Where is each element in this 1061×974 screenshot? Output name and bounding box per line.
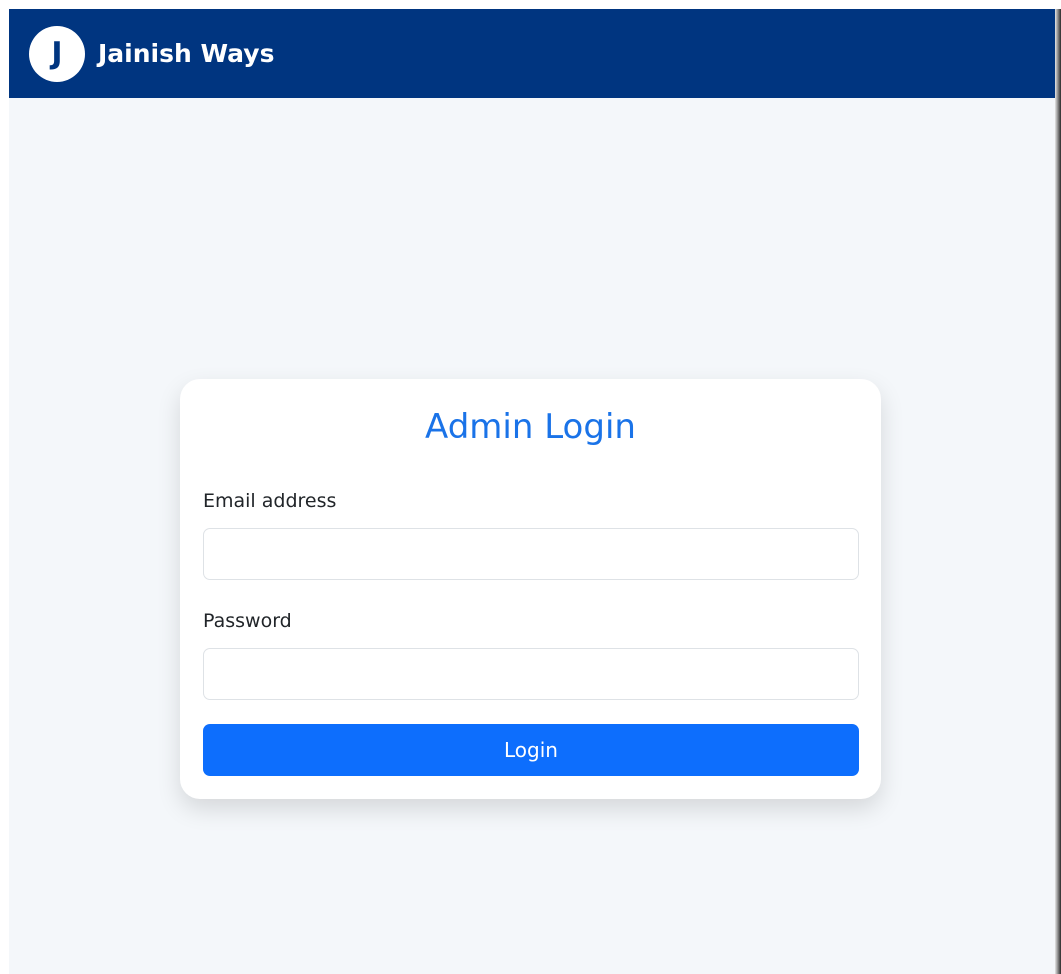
email-label: Email address — [203, 490, 337, 512]
login-card: Admin Login Email address Password Login — [180, 379, 881, 799]
email-field[interactable] — [203, 528, 859, 580]
login-button[interactable]: Login — [203, 724, 859, 776]
navbar: J Jainish Ways — [9, 9, 1055, 98]
browser-viewport: J Jainish Ways Admin Login Email address… — [9, 9, 1055, 974]
brand-logo-icon[interactable]: J — [29, 26, 85, 82]
page-title: Admin Login — [425, 407, 636, 447]
brand-name[interactable]: Jainish Ways — [98, 37, 274, 71]
password-field[interactable] — [203, 648, 859, 700]
window-edge — [1055, 9, 1061, 974]
password-label: Password — [203, 610, 292, 632]
